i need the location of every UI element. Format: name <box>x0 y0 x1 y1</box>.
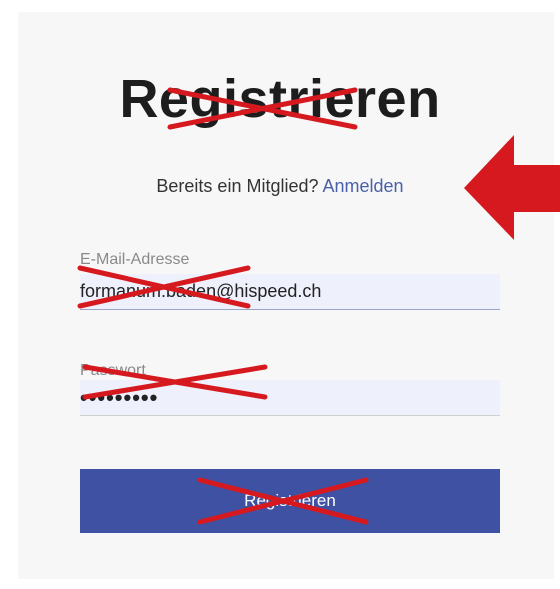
email-label: E-Mail-Adresse <box>80 251 190 268</box>
register-button[interactable]: Registrieren <box>80 469 500 533</box>
page-title: Registrieren <box>119 69 441 129</box>
login-link[interactable]: Anmelden <box>323 176 404 196</box>
login-prompt-text: Bereits ein Mitglied? <box>156 176 319 196</box>
login-prompt: Bereits ein Mitglied? Anmelden <box>0 176 560 197</box>
email-field[interactable] <box>80 274 500 310</box>
password-field[interactable] <box>80 380 500 416</box>
password-label: Passwort <box>80 362 146 379</box>
